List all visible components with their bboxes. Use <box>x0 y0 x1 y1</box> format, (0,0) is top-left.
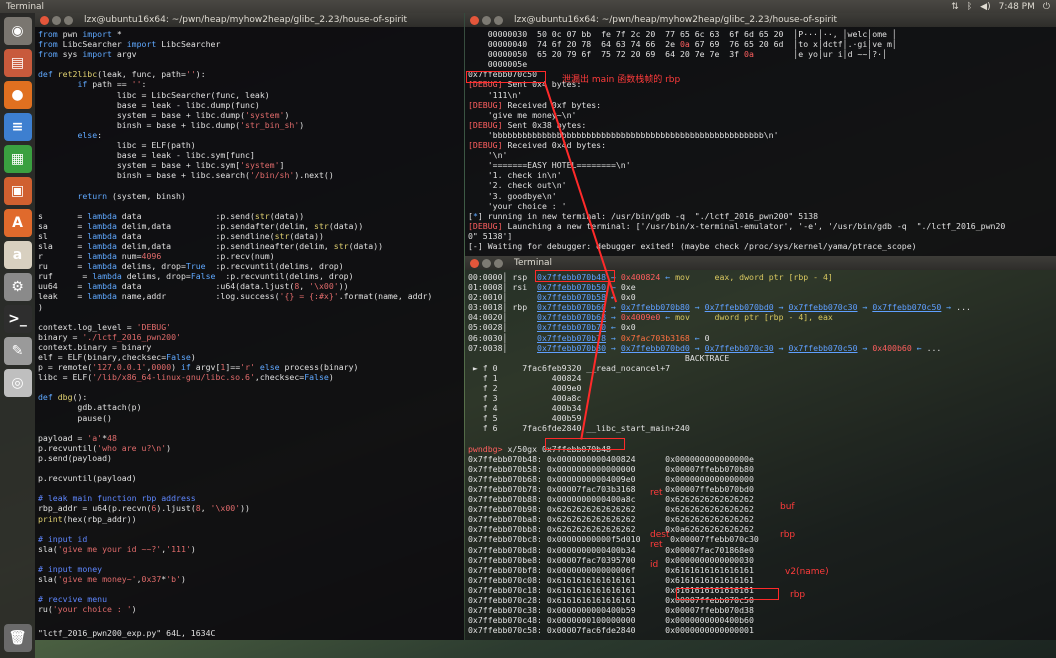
rbp-value-highlight <box>676 588 779 600</box>
settings-icon[interactable]: ⚙ <box>3 273 32 301</box>
v2-annotation: v2(name) <box>785 567 829 577</box>
power-icon[interactable]: ⏻ <box>1043 2 1050 12</box>
gdb-output[interactable]: 00:0000│ rsp 0x7ffebb070b48 → 0x400824 ←… <box>465 270 1056 637</box>
dvd-icon[interactable]: ◎ <box>3 369 32 397</box>
software-icon[interactable]: A <box>3 209 32 237</box>
debug-output[interactable]: 00000030 50 0c 07 bb fe 7f 2c 20 77 65 6… <box>465 27 1056 253</box>
buf-annotation: buf <box>780 502 795 512</box>
app-name: Terminal <box>6 1 45 12</box>
titlebar[interactable]: Terminal <box>465 256 1056 270</box>
ret-annotation: ret <box>650 488 663 498</box>
terminal-icon[interactable]: >_ <box>3 305 32 333</box>
leaked-rbp-highlight <box>466 71 546 83</box>
rbp-annotation: rbp <box>780 530 796 540</box>
calc-icon[interactable]: ▦ <box>3 145 32 173</box>
system-tray: ⇅ ᛒ ◀) 7:48 PM ⏻ <box>951 2 1050 12</box>
amazon-icon[interactable]: a <box>3 241 32 269</box>
minimize-button[interactable] <box>482 258 491 268</box>
bluetooth-icon[interactable]: ᛒ <box>967 2 972 12</box>
x-command-highlight <box>545 438 625 450</box>
editor-terminal-window[interactable]: lzx@ubuntu16x64: ~/pwn/heap/myhow2heap/g… <box>35 13 464 640</box>
volume-icon[interactable]: ◀) <box>980 2 990 12</box>
maximize-button[interactable] <box>494 15 503 25</box>
files-icon[interactable]: ▤ <box>3 49 32 77</box>
clock[interactable]: 7:48 PM <box>999 2 1035 12</box>
trash-icon[interactable]: 🗑 <box>3 624 32 652</box>
window-title: lzx@ubuntu16x64: ~/pwn/heap/myhow2heap/g… <box>514 15 838 25</box>
window-title: lzx@ubuntu16x64: ~/pwn/heap/myhow2heap/g… <box>84 15 408 25</box>
maximize-button[interactable] <box>494 258 503 268</box>
ret2-annotation: ret <box>650 540 663 550</box>
keyboard-icon[interactable]: ⇅ <box>951 2 959 12</box>
minimize-button[interactable] <box>52 15 61 25</box>
id-annotation: id <box>650 560 659 570</box>
titlebar[interactable]: lzx@ubuntu16x64: ~/pwn/heap/myhow2heap/g… <box>35 13 464 27</box>
impress-icon[interactable]: ▣ <box>3 177 32 205</box>
close-button[interactable] <box>470 258 479 268</box>
top-panel: Terminal ⇅ ᛒ ◀) 7:48 PM ⏻ <box>0 0 1056 13</box>
editor-icon[interactable]: ✎ <box>3 337 32 365</box>
writer-icon[interactable]: ≡ <box>3 113 32 141</box>
launcher: ◉ ▤ ● ≡ ▦ ▣ Aa ⚙ >_ ✎ ◎ 🗑 <box>0 13 35 658</box>
window-title: Terminal <box>514 258 553 268</box>
rsp-highlight <box>535 270 615 282</box>
debug-terminal-window[interactable]: lzx@ubuntu16x64: ~/pwn/heap/myhow2heap/g… <box>465 13 1056 261</box>
dash-icon[interactable]: ◉ <box>3 17 32 45</box>
dest-annotation: dest <box>650 530 670 540</box>
firefox-icon[interactable]: ● <box>3 81 32 109</box>
titlebar[interactable]: lzx@ubuntu16x64: ~/pwn/heap/myhow2heap/g… <box>465 13 1056 27</box>
minimize-button[interactable] <box>482 15 491 25</box>
vim-status-line: "lctf_2016_pwn200_exp.py" 64L, 1634C <box>38 628 216 638</box>
maximize-button[interactable] <box>64 15 73 25</box>
leak-annotation: 泄漏出 main 函数栈帧的 rbp <box>562 75 681 85</box>
close-button[interactable] <box>40 15 49 25</box>
close-button[interactable] <box>470 15 479 25</box>
rbp2-annotation: rbp <box>790 590 806 600</box>
exploit-source[interactable]: from pwn import * from LibcSearcher impo… <box>35 27 464 616</box>
